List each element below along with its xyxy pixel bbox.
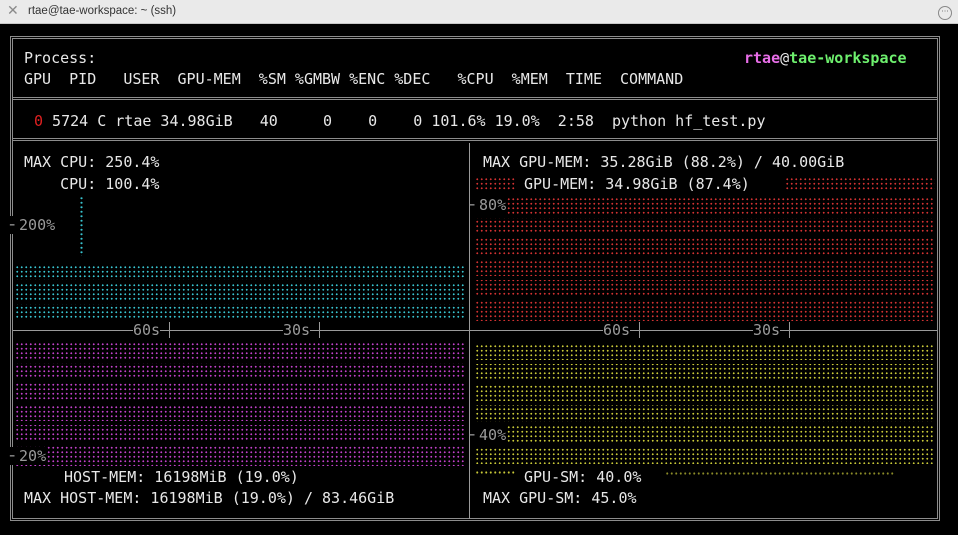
window-title: rtae@tae-workspace: ~ (ssh) <box>28 5 177 17</box>
gpu-sm-graph-gap <box>475 401 935 405</box>
user-at-host: rtae@tae-workspace <box>744 49 907 67</box>
process-gpu-index: 0 <box>34 112 44 130</box>
gpu-mem-graph-gap <box>475 255 935 259</box>
gpu-sm-graph-gap <box>475 443 935 447</box>
gpu-mem-y-axis-label: ╴80% <box>470 196 507 214</box>
host-mem-y-axis-label: ╴20% <box>10 447 47 465</box>
gpu-sm-graph-bottom-left <box>475 470 515 475</box>
max-gpu-mem-label: MAX GPU-MEM: 35.28GiB (88.2%) / 40.00GiB <box>483 153 845 171</box>
gpu-sm-graph-gap <box>475 422 935 426</box>
gpu-mem-graph-gap <box>475 297 935 301</box>
cpu-y-axis-label: ╴200% <box>10 216 56 234</box>
at-sign: @ <box>780 49 790 67</box>
user-name: rtae <box>744 49 781 67</box>
time-tick-60s-right <box>639 322 640 338</box>
time-tick-30s-left <box>319 322 320 338</box>
host-mem-graph-gap <box>15 359 465 363</box>
gpu-mem-graph-top-right <box>785 177 935 191</box>
max-host-mem-label: MAX HOST-MEM: 16198MiB (19.0%) / 83.46Gi… <box>24 489 395 507</box>
cpu-graph-gap <box>15 300 465 304</box>
cpu-graph-gap <box>15 280 465 284</box>
terminal[interactable]: Process: rtae@tae-workspace GPU PID USER… <box>0 24 958 535</box>
time-label-60s-left: 60s <box>133 321 161 339</box>
time-label-30s-left: 30s <box>283 321 311 339</box>
cpu-max-spike <box>79 196 84 256</box>
time-label-30s-right: 30s <box>753 321 781 339</box>
process-details: 5724 C rtae 34.98GiB 40 0 0 0 101.6% 19.… <box>43 112 766 130</box>
gpu-mem-graph-gap <box>475 214 935 218</box>
max-cpu-label: MAX CPU: 250.4% <box>24 153 160 171</box>
process-divider <box>13 138 937 141</box>
host-mem-graph-gap <box>15 421 465 425</box>
time-label-60s-right: 60s <box>603 321 631 339</box>
time-tick-30s-right <box>789 322 790 338</box>
process-label: Process: <box>24 49 97 67</box>
process-row[interactable]: 0 5724 C rtae 34.98GiB 40 0 0 0 101.6% 1… <box>34 112 766 130</box>
cpu-history-graph <box>15 265 465 319</box>
time-tick-60s-left <box>169 322 170 338</box>
gpu-sm-label: GPU-SM: 40.0% <box>524 468 642 486</box>
host-mem-graph-gap <box>15 379 465 383</box>
gpu-sm-graph-gap <box>475 380 935 384</box>
gpu-mem-label: GPU-MEM: 34.98GiB (87.4%) <box>524 175 750 193</box>
gpu-sm-graph-gap <box>475 360 935 364</box>
gpu-sm-y-axis-label: ╴40% <box>470 426 507 444</box>
gpu-mem-graph-gap <box>475 276 935 280</box>
host-mem-graph-gap <box>15 442 465 446</box>
max-gpu-sm-label: MAX GPU-SM: 45.0% <box>483 489 637 507</box>
gpu-mem-graph-gap <box>475 234 935 238</box>
header-divider <box>13 97 937 100</box>
host-mem-label: HOST-MEM: 16198MiB (19.0%) <box>64 468 299 486</box>
cpu-label: CPU: 100.4% <box>24 175 160 193</box>
more-options-icon[interactable]: ··· <box>938 6 952 20</box>
close-icon[interactable]: ✕ <box>7 3 19 19</box>
gpu-sm-graph-bottom-right <box>665 471 895 476</box>
host-name: tae-workspace <box>789 49 907 67</box>
column-headers: GPU PID USER GPU-MEM %SM %GMBW %ENC %DEC… <box>24 70 684 88</box>
window-titlebar: ✕ rtae@tae-workspace: ~ (ssh) ··· <box>0 0 958 24</box>
gpu-mem-graph-top-left <box>475 177 515 191</box>
host-mem-graph-gap <box>15 400 465 404</box>
